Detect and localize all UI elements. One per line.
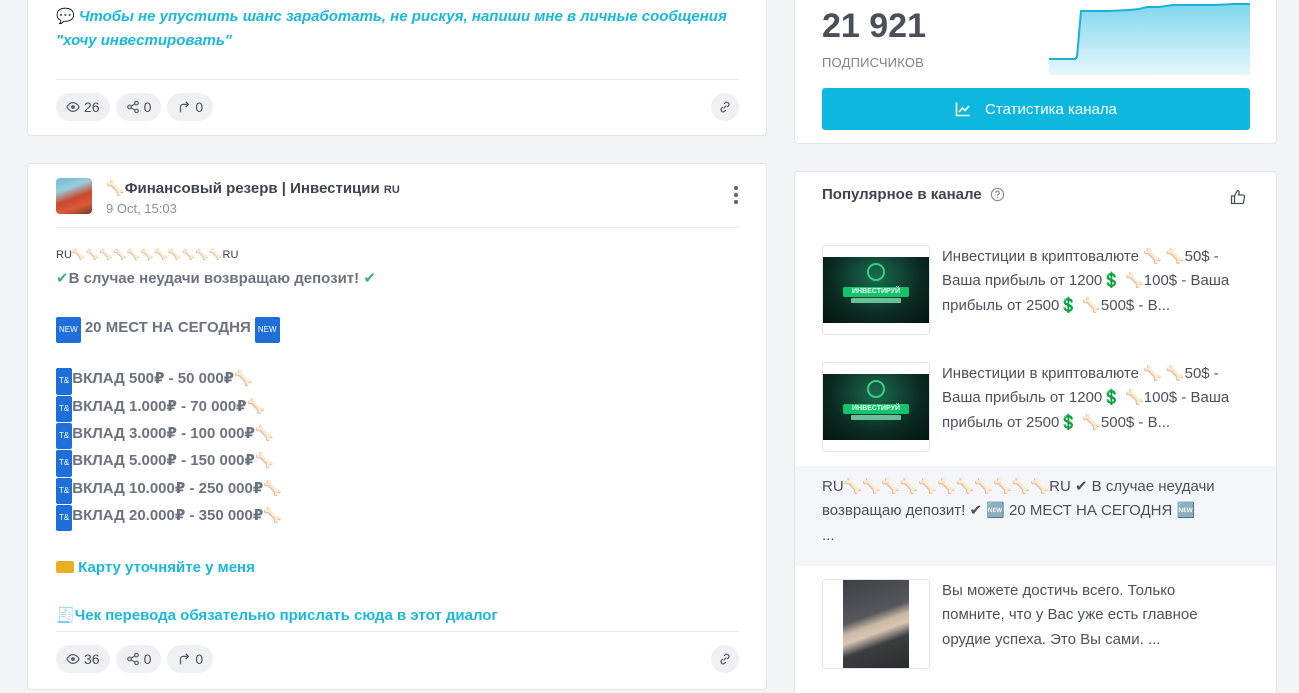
money-bag-icon: 🦴 bbox=[263, 479, 282, 497]
popular-text: Вы можете достичь всего. Только помните,… bbox=[942, 582, 1198, 648]
symbols-icon: T& bbox=[56, 423, 73, 450]
subscriber-label: ПОДПИСЧИКОВ bbox=[822, 55, 925, 70]
more-options-icon[interactable] bbox=[734, 186, 738, 204]
forwards-pill[interactable]: 0 bbox=[167, 645, 214, 673]
post-stats: 36 0 0 bbox=[56, 645, 214, 673]
share-icon bbox=[126, 100, 139, 114]
money-bag-icon: 🦴 bbox=[106, 180, 125, 197]
forwards-pill[interactable]: 0 bbox=[167, 93, 214, 121]
post-card: 🦴Финансовый резерв | Инвестиции RU 9 Oct… bbox=[27, 163, 767, 690]
copy-link-button[interactable] bbox=[711, 645, 739, 673]
deposit-line: T& ВКЛАД 500₽ - 50 000₽🦴 bbox=[56, 367, 498, 395]
views-count: 36 bbox=[84, 651, 100, 667]
popular-thumbnail[interactable]: ИНВЕСТИРУЙ bbox=[822, 245, 930, 335]
forward-icon bbox=[180, 653, 190, 665]
thumbs-up-icon[interactable] bbox=[1230, 189, 1246, 205]
eye-icon bbox=[66, 102, 80, 112]
deposit-line: T& ВКЛАД 20.000₽ - 350 000₽🦴 bbox=[56, 504, 498, 532]
money-bag-icon: 🦴 bbox=[263, 506, 282, 524]
post-stats: 26 0 0 bbox=[56, 93, 214, 121]
post-text: 💬 Чтобы не упустить шанс заработать, не … bbox=[56, 5, 727, 54]
popular-thumbnail[interactable]: ИНВЕСТИРУЙ bbox=[822, 362, 930, 452]
speech-bubble-icon: 💬 bbox=[56, 8, 75, 25]
link-icon bbox=[720, 653, 730, 665]
help-icon[interactable] bbox=[990, 187, 1005, 202]
popular-item[interactable]: RU🦴🦴🦴🦴🦴🦴🦴🦴🦴🦴🦴RU ✔ В случае неудачи возвр… bbox=[795, 466, 1276, 566]
cta-text-line1: Чтобы не упустить шанс заработать, не ри… bbox=[78, 8, 727, 25]
forwards-count: 0 bbox=[195, 651, 204, 667]
forward-icon bbox=[180, 101, 190, 113]
symbols-icon: T& bbox=[56, 450, 73, 477]
symbols-icon: T& bbox=[56, 395, 73, 423]
card-line: Карту уточняйте у меня bbox=[56, 556, 498, 580]
popular-text: Инвестиции в криптовалюте 🦴 🦴50$ - Ваша … bbox=[942, 365, 1230, 431]
popular-title: Популярное в канале bbox=[822, 186, 1005, 203]
popular-thumbnail[interactable] bbox=[822, 579, 930, 669]
refund-line: ✔В случае неудачи возвращаю депозит! ✔ bbox=[56, 267, 498, 291]
symbols-icon: T& bbox=[56, 504, 73, 532]
shares-count: 0 bbox=[143, 651, 152, 667]
popular-text: RU🦴🦴🦴🦴🦴🦴🦴🦴🦴🦴🦴RU ✔ В случае неудачи возвр… bbox=[822, 478, 1215, 544]
chart-line-icon bbox=[955, 102, 970, 117]
post-header: 🦴Финансовый резерв | Инвестиции RU 9 Oct… bbox=[56, 178, 400, 216]
share-icon bbox=[126, 652, 139, 666]
new-icon: NEW bbox=[56, 316, 81, 344]
deposit-line: T& ВКЛАД 5.000₽ - 150 000₽🦴 bbox=[56, 449, 498, 477]
link-icon bbox=[720, 101, 730, 113]
post-date[interactable]: 9 Oct, 15:03 bbox=[106, 201, 400, 216]
eye-icon bbox=[66, 654, 80, 664]
money-photo bbox=[843, 580, 909, 668]
forwards-count: 0 bbox=[195, 99, 204, 115]
money-bag-icon: 🦴 bbox=[254, 452, 274, 470]
views-pill[interactable]: 36 bbox=[56, 645, 110, 673]
channel-stats-button[interactable]: Статистика канала bbox=[822, 88, 1250, 130]
shares-count: 0 bbox=[143, 99, 152, 115]
channel-stats-card: 21 921 ПОДПИСЧИКОВ Статистика канала bbox=[794, 0, 1277, 144]
post-card-top: 💬 Чтобы не упустить шанс заработать, не … bbox=[27, 0, 767, 136]
check-icon: ✔ bbox=[363, 270, 376, 288]
deposit-line: T& ВКЛАД 1.000₽ - 70 000₽🦴 bbox=[56, 395, 498, 423]
crypto-image: ИНВЕСТИРУЙ bbox=[823, 257, 929, 323]
shares-pill[interactable]: 0 bbox=[115, 645, 162, 673]
money-bag-icon: 🦴 bbox=[234, 370, 253, 388]
views-count: 26 bbox=[84, 99, 100, 115]
popular-text: Инвестиции в криптовалюте 🦴 🦴50$ - Ваша … bbox=[942, 248, 1230, 314]
channel-avatar[interactable] bbox=[56, 178, 92, 214]
symbols-icon: T& bbox=[56, 477, 73, 504]
divider bbox=[56, 631, 739, 632]
deposit-line: T& ВКЛАД 3.000₽ - 100 000₽🦴 bbox=[56, 422, 498, 450]
subscriber-count: 21 921 bbox=[822, 7, 926, 45]
check-icon: ✔ bbox=[56, 270, 69, 288]
money-bag-icon: 🦴 bbox=[254, 425, 274, 443]
money-bag-icon: 🦴 bbox=[246, 397, 266, 415]
subscriber-sparkline bbox=[1049, 3, 1250, 75]
cta-text-line2: "хочу инвестировать" bbox=[56, 32, 232, 50]
flag-ru: RU bbox=[383, 184, 400, 196]
channel-name[interactable]: 🦴Финансовый резерв | Инвестиции RU bbox=[106, 179, 400, 197]
receipt-line: 🧾Чек перевода обязательно прислать сюда … bbox=[56, 604, 498, 628]
new-icon: NEW bbox=[254, 316, 280, 344]
flags-row: RU🦴🦴🦴🦴🦴🦴🦴🦴🦴🦴🦴RU bbox=[56, 249, 239, 261]
views-pill[interactable]: 26 bbox=[56, 93, 110, 121]
crypto-image: ИНВЕСТИРУЙ bbox=[823, 374, 929, 440]
symbols-icon: T& bbox=[56, 368, 73, 395]
deposit-line: T& ВКЛАД 10.000₽ - 250 000₽🦴 bbox=[56, 477, 498, 504]
receipt-icon: 🧾 bbox=[56, 607, 75, 625]
post-body: RU🦴🦴🦴🦴🦴🦴🦴🦴🦴🦴🦴RU ✔В случае неудачи возвра… bbox=[56, 243, 498, 628]
channel-stats-label: Статистика канала bbox=[985, 100, 1117, 118]
divider bbox=[56, 79, 739, 80]
popular-card: Популярное в канале ИНВЕСТИРУЙ Инвестици… bbox=[794, 171, 1277, 693]
divider bbox=[56, 227, 739, 228]
credit-card-icon bbox=[56, 560, 74, 573]
shares-pill[interactable]: 0 bbox=[115, 93, 162, 121]
copy-link-button[interactable] bbox=[711, 93, 739, 121]
places-line: NEW 20 МЕСТ НА СЕГОДНЯ NEW bbox=[56, 316, 498, 344]
